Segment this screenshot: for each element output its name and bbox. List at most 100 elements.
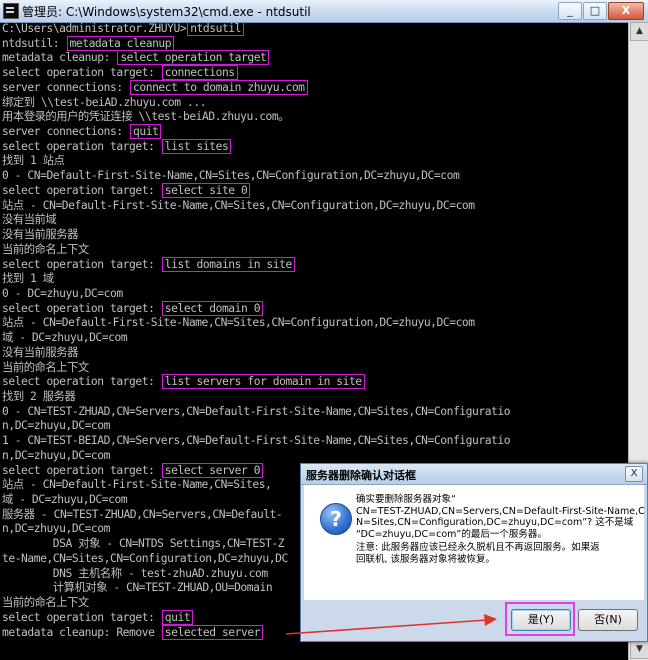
close-button[interactable]: X bbox=[608, 2, 644, 20]
console-line: DSA 对象 - CN=NTDS Settings,CN=TEST-Z bbox=[2, 537, 285, 552]
console-command: metadata cleanup bbox=[66, 35, 175, 51]
console-command: select domain 0 bbox=[161, 300, 264, 316]
minimize-button[interactable]: _ bbox=[558, 2, 582, 20]
dialog-note-line: 注意: 此服务器应该已经永久脱机且不再返回服务。如果返 bbox=[356, 542, 600, 554]
console-text: metadata cleanup: Remove bbox=[2, 625, 161, 639]
console-line: 域 - DC=zhuyu,DC=com bbox=[2, 331, 128, 346]
console-line: 站点 - CN=Default-First-Site-Name,CN=Sites… bbox=[2, 316, 475, 331]
console-line: ntdsutil: metadata cleanup bbox=[2, 35, 175, 52]
console-text: 绑定到 \\test-beiAD.zhuyu.com ... bbox=[2, 95, 207, 109]
console-line: select operation target: list domains in… bbox=[2, 256, 295, 273]
console-line: 0 - CN=Default-First-Site-Name,CN=Sites,… bbox=[2, 169, 460, 184]
console-line: n,DC=zhuyu,DC=com bbox=[2, 522, 110, 537]
console-text: 当前的命名上下文 bbox=[2, 596, 89, 610]
console-line: select operation target: connections bbox=[2, 65, 238, 81]
dialog-titlebar[interactable]: 服务器删除确认对话框 X bbox=[301, 464, 647, 485]
console-line: 站点 - CN=Default-First-Site-Name,CN=Sites… bbox=[2, 199, 475, 214]
console-command: list domains in site bbox=[161, 256, 295, 272]
console-text: 域 - DC=zhuyu,DC=com bbox=[2, 331, 128, 345]
console-text: 域 - DC=zhuyu,DC=com bbox=[2, 493, 128, 507]
console-command: connect to domain zhuyu.com bbox=[130, 79, 308, 95]
console-command: select site 0 bbox=[161, 182, 251, 198]
console-line: 没有当前域 bbox=[2, 213, 57, 228]
console-line: 用本登录的用户的凭证连接 \\test-beiAD.zhuyu.com。 bbox=[2, 110, 290, 125]
console-text: 找到 2 服务器 bbox=[2, 390, 76, 403]
console-text: 当前的命名上下文 bbox=[2, 242, 89, 256]
console-line: DNS 主机名称 - test-zhuAD.zhuyu.com bbox=[2, 567, 268, 582]
console-line: 0 - DC=zhuyu,DC=com bbox=[2, 287, 123, 302]
console-line: select operation target: select domain 0 bbox=[2, 300, 264, 317]
console-line: 没有当前服务器 bbox=[2, 228, 78, 243]
console-text: select operation target: bbox=[2, 257, 161, 271]
maximize-button[interactable]: □ bbox=[583, 2, 607, 20]
console-line: 0 - CN=TEST-ZHUAD,CN=Servers,CN=Default-… bbox=[2, 405, 511, 420]
console-text: select operation target: bbox=[2, 183, 161, 197]
dialog-close-button[interactable]: X bbox=[625, 466, 643, 482]
console-text: 计算机对象 - CN=TEST-ZHUAD,OU=Domain bbox=[2, 581, 273, 595]
console-text: select operation target: bbox=[2, 139, 161, 153]
console-command: selected server bbox=[161, 624, 264, 640]
yes-button[interactable]: 是(Y) bbox=[511, 609, 571, 631]
console-line: 找到 1 站点 bbox=[2, 154, 65, 169]
cmd-icon bbox=[3, 3, 19, 19]
console-line: 绑定到 \\test-beiAD.zhuyu.com ... bbox=[2, 96, 206, 111]
console-text: 0 - CN=Default-First-Site-Name,CN=Sites,… bbox=[2, 169, 460, 183]
console-text: 0 - DC=zhuyu,DC=com bbox=[2, 286, 123, 300]
console-line: 计算机对象 - CN=TEST-ZHUAD,OU=Domain bbox=[2, 581, 273, 596]
console-text: n,DC=zhuyu,DC=com bbox=[2, 419, 110, 433]
dialog-title: 服务器删除确认对话框 bbox=[306, 469, 416, 482]
window-titlebar[interactable]: 管理员: C:\Windows\system32\cmd.exe - ntdsu… bbox=[0, 0, 648, 23]
question-icon: ? bbox=[320, 503, 352, 535]
console-line: select operation target: select server 0 bbox=[2, 462, 264, 479]
console-text: select operation target: bbox=[2, 610, 161, 624]
console-line: metadata cleanup: Remove selected server bbox=[2, 624, 264, 641]
no-button[interactable]: 否(N) bbox=[578, 609, 638, 631]
console-text: server connections: bbox=[2, 80, 130, 94]
dialog-note-line: 回联机, 该服务器对象将被恢复。 bbox=[356, 553, 496, 565]
window-title: 管理员: C:\Windows\system32\cmd.exe - ntdsu… bbox=[22, 5, 311, 19]
console-text: select operation target: bbox=[2, 301, 161, 315]
console-line: te-Name,CN=Sites,CN=Configuration,DC=zhu… bbox=[2, 552, 288, 567]
dialog-message-line: 确实要删除服务器对象“ bbox=[356, 494, 456, 505]
console-line: select operation target: list servers fo… bbox=[2, 374, 365, 390]
console-text: select operation target: bbox=[2, 66, 161, 80]
dialog-message-line: “DC=zhuyu,DC=com”的最后一个服务器。 bbox=[356, 528, 547, 540]
console-line: select operation target: list sites bbox=[2, 138, 232, 155]
console-line: 没有当前服务器 bbox=[2, 346, 78, 361]
console-text: 当前的命名上下文 bbox=[2, 360, 89, 374]
console-text: DNS 主机名称 - test-zhuAD.zhuyu.com bbox=[2, 566, 268, 580]
console-line: server connections: connect to domain zh… bbox=[2, 79, 308, 96]
console-command: select server 0 bbox=[161, 462, 264, 478]
console-line: 当前的命名上下文 bbox=[2, 361, 89, 376]
console-text: 站点 - CN=Default-First-Site-Name,CN=Sites… bbox=[2, 478, 272, 492]
console-command: ntdsutil bbox=[187, 22, 245, 36]
scroll-up-icon[interactable]: ▲ bbox=[630, 22, 648, 41]
console-text: 没有当前服务器 bbox=[2, 228, 78, 242]
console-line: 服务器 - CN=TEST-ZHUAD,CN=Servers,CN=Defaul… bbox=[2, 507, 283, 523]
console-text: ntdsutil: bbox=[2, 36, 66, 50]
console-line: select operation target: quit bbox=[2, 609, 194, 626]
console-text: DSA 对象 - CN=NTDS Settings,CN=TEST-Z bbox=[2, 537, 285, 551]
console-command: list servers for domain in site bbox=[161, 374, 365, 390]
console-command: select operation target bbox=[117, 50, 270, 66]
console-line: 当前的命名上下文 bbox=[2, 596, 89, 611]
console-text: 站点 - CN=Default-First-Site-Name,CN=Sites… bbox=[2, 198, 475, 212]
console-text: 服务器 - CN=TEST-ZHUAD,CN=Servers,CN=Defaul… bbox=[2, 507, 283, 521]
console-command: connections bbox=[161, 65, 238, 81]
console-line: 找到 1 域 bbox=[2, 272, 54, 287]
console-command: quit bbox=[130, 124, 162, 140]
console-text: select operation target: bbox=[2, 375, 161, 389]
console-line: n,DC=zhuyu,DC=com bbox=[2, 419, 110, 434]
console-text: 找到 1 站点 bbox=[2, 154, 65, 168]
console-text: 没有当前服务器 bbox=[2, 345, 78, 359]
console-line: metadata cleanup: select operation targe… bbox=[2, 50, 270, 66]
dialog-body: ? 确实要删除服务器对象“ CN=TEST-ZHUAD,CN=Servers,C… bbox=[304, 485, 645, 600]
console-text: C:\Users\administrator.ZHUYU> bbox=[2, 22, 187, 35]
console-line: 当前的命名上下文 bbox=[2, 243, 89, 258]
console-text: 1 - CN=TEST-BEIAD,CN=Servers,CN=Default-… bbox=[2, 434, 511, 448]
scroll-down-icon[interactable]: ▼ bbox=[630, 640, 648, 659]
console-line: server connections: quit bbox=[2, 124, 162, 140]
dialog-message-line: N=Sites,CN=Configuration,DC=zhuyu,DC=com… bbox=[356, 517, 634, 529]
console-line: select operation target: select site 0 bbox=[2, 182, 251, 199]
console-line: C:\Users\administrator.ZHUYU> ntdsutil bbox=[2, 22, 245, 37]
